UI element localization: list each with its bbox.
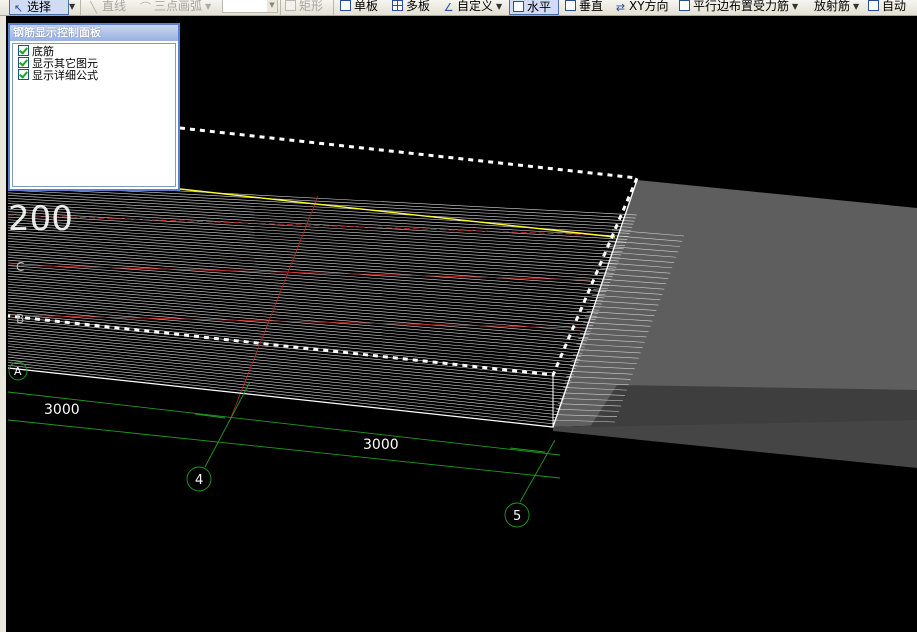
horizontal-button[interactable]: 水平	[509, 0, 559, 15]
rebar-line	[7, 251, 606, 296]
select-dropdown-arrow[interactable]: ▼	[66, 0, 75, 15]
checkbox-checked[interactable]	[18, 69, 29, 80]
option-bottom-rebar[interactable]: 底筋	[13, 45, 175, 58]
auto-button[interactable]: 自动	[868, 0, 906, 15]
axis-label-c: C	[16, 260, 24, 274]
axis-label-5: 5	[513, 509, 521, 524]
rebar-line	[7, 351, 561, 409]
rebar-line	[7, 335, 568, 391]
rebar-line	[7, 267, 599, 314]
toolbar-combo-box[interactable]: ▼	[222, 0, 278, 13]
custom-button[interactable]: ∠ 自定义 ▼	[443, 0, 503, 15]
option-show-other-elements[interactable]: 显示其它图元	[13, 57, 175, 70]
panel-option-list: 底筋 显示其它图元 显示详细公式	[12, 43, 176, 187]
auto-icon	[868, 0, 879, 11]
custom-shape-icon: ∠	[443, 1, 454, 14]
checkbox-checked[interactable]	[18, 45, 29, 56]
rebar-display-control-panel[interactable]: 钢筋显示控制面板 底筋 显示其它图元 显示详细公式	[8, 23, 180, 191]
xy-direction-button[interactable]: ⇄ XY方向	[615, 0, 669, 15]
slab-thickness-label: 200	[8, 199, 73, 239]
xy-arrows-icon: ⇄	[615, 1, 626, 14]
rebar-line	[7, 276, 595, 323]
dimension-label-left: 3000	[44, 402, 80, 418]
select-button[interactable]: ↖ 选择	[9, 0, 69, 15]
rebar-line	[7, 203, 628, 240]
chevron-down-icon: ▼	[267, 0, 277, 12]
rebar-line	[7, 297, 585, 348]
rebar-line	[7, 278, 594, 326]
adjacent-slab-shade	[590, 385, 917, 427]
panel-title: 钢筋显示控制面板	[10, 25, 178, 41]
rebar-line	[7, 211, 624, 250]
cursor-icon: ↖	[13, 2, 24, 15]
axis-label-4: 4	[195, 473, 203, 488]
three-point-arc-button[interactable]: ⌒ 三点画弧 ▼	[140, 0, 211, 15]
line-icon: ╲	[90, 1, 97, 14]
rectangle-icon	[285, 0, 296, 11]
radial-rebar-button[interactable]: 放射筋 ▼	[814, 0, 859, 15]
rebar-line	[7, 214, 623, 253]
rectangle-button[interactable]: 矩形	[285, 0, 323, 15]
dimension-lines	[7, 361, 561, 528]
axis-label-b: B	[16, 312, 24, 326]
multi-board-icon	[392, 0, 403, 11]
rebar-line	[7, 273, 596, 320]
rebar-line	[7, 319, 575, 372]
rebar-line	[7, 205, 627, 243]
rebar-line	[7, 354, 560, 412]
rebar-hatch	[7, 181, 638, 428]
board-icon	[340, 0, 351, 11]
rebar-line	[7, 216, 622, 256]
toolbar: ↖ 选择 ▼ ╲ 直线 ⌒ 三点画弧 ▼ ▼ 矩形 单板 多板 ∠ 自定义 ▼ 水平 垂直 …	[0, 0, 917, 16]
vertical-icon	[565, 0, 576, 11]
multi-board-button[interactable]: 多板	[392, 0, 430, 15]
option-show-detailed-formula[interactable]: 显示详细公式	[13, 69, 175, 82]
viewport-left-border	[0, 16, 6, 632]
rebar-line	[7, 235, 613, 277]
dimension-label-right: 3000	[363, 437, 399, 453]
checkbox-checked[interactable]	[18, 57, 29, 68]
vertical-button[interactable]: 垂直	[565, 0, 603, 15]
parallel-edge-rebar-button[interactable]: 平行边布置受力筋 ▼	[679, 0, 798, 15]
horizontal-icon	[513, 1, 524, 12]
axis-label-a: A	[14, 365, 22, 378]
arc-icon: ⌒	[140, 1, 151, 14]
line-button[interactable]: ╲ 直线	[88, 0, 126, 15]
parallel-edge-icon	[679, 0, 690, 11]
highlighted-rebar	[179, 188, 616, 238]
single-board-button[interactable]: 单板	[340, 0, 378, 15]
